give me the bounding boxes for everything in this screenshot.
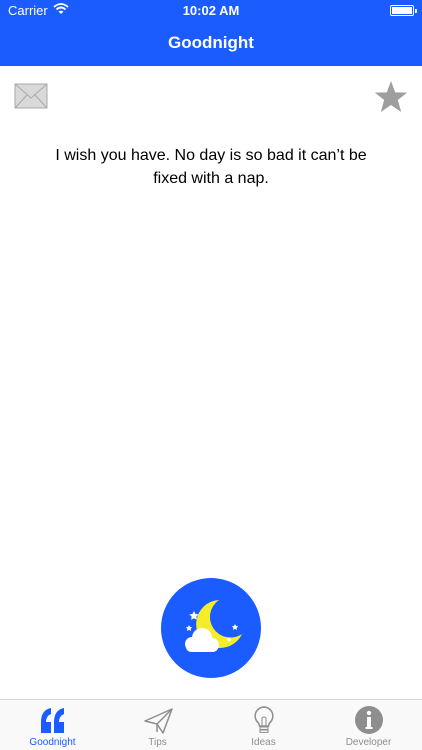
- envelope-icon[interactable]: [14, 83, 48, 109]
- tab-developer[interactable]: Developer: [316, 700, 421, 750]
- tab-tips[interactable]: Tips: [105, 700, 210, 750]
- tab-label: Developer: [345, 737, 392, 748]
- star-icon[interactable]: [374, 80, 408, 114]
- info-icon: [354, 705, 384, 735]
- quote-text: I wish you have. No day is so bad it can…: [55, 147, 367, 187]
- page-title: Goodnight: [168, 33, 254, 52]
- tab-label: Goodnight: [29, 737, 76, 748]
- quote-icon: [38, 705, 68, 735]
- status-time: 10:02 AM: [182, 3, 240, 18]
- moon-cloud-stars-icon: [185, 600, 242, 652]
- tab-label: Ideas: [251, 737, 276, 748]
- paper-plane-icon: [143, 705, 173, 735]
- navigation-header: Carrier 10:02 AM Goodnight: [0, 0, 422, 66]
- tab-label: Tips: [148, 737, 167, 748]
- moon-button[interactable]: [161, 578, 261, 678]
- tab-bar: Goodnight Tips Ideas Developer: [0, 699, 422, 750]
- battery-icon: [390, 5, 417, 16]
- lightbulb-icon: [249, 705, 279, 735]
- tab-ideas[interactable]: Ideas: [211, 700, 316, 750]
- status-bar: Carrier 10:02 AM: [0, 0, 422, 22]
- tab-goodnight[interactable]: Goodnight: [0, 700, 105, 750]
